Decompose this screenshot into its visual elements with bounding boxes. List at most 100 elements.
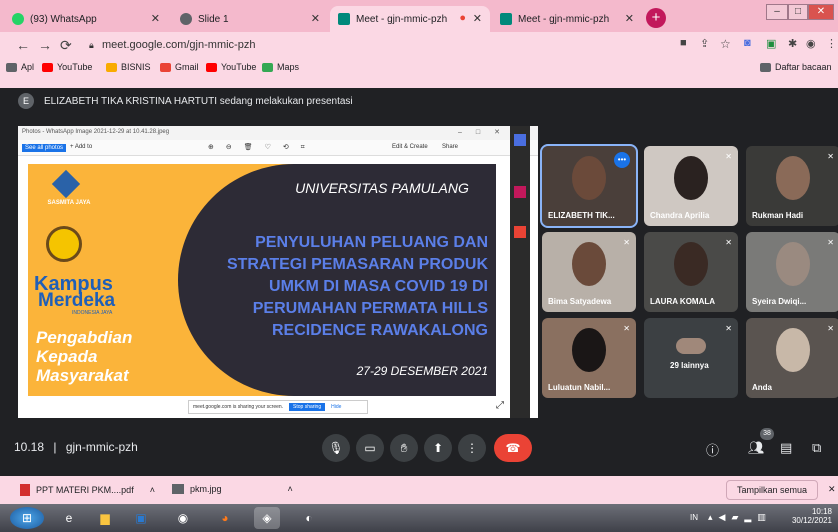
close-icon[interactable]: ✕ <box>828 484 836 495</box>
more-options-button[interactable]: ⋮ <box>458 434 486 462</box>
meet-icon <box>338 13 350 25</box>
people-icon[interactable]: 👥︎ <box>748 440 765 456</box>
participant-video <box>572 328 606 372</box>
chat-icon[interactable]: ▤ <box>780 440 792 456</box>
present-button[interactable]: ⬆ <box>424 434 452 462</box>
see-all-photos-button[interactable]: See all photos <box>22 144 67 152</box>
new-tab-button[interactable]: + <box>646 8 666 28</box>
meet-icon <box>500 13 512 25</box>
bookmark-youtube[interactable]: YouTube <box>42 62 92 72</box>
address-input[interactable]: 🔒︎ meet.google.com/gjn-mmic-pzh <box>86 35 686 55</box>
reload-icon[interactable]: ⟳ <box>60 37 72 54</box>
hide-button[interactable]: Hide <box>331 404 341 410</box>
extension-icon[interactable]: ▣ <box>766 37 776 50</box>
more-options-icon[interactable]: ••• <box>614 152 630 168</box>
windows-logo-icon: ⊞ <box>21 511 33 525</box>
taskbar-firefox[interactable]: ◕ <box>212 507 238 529</box>
raise-hand-button[interactable]: ✋︎ <box>390 434 418 462</box>
close-icon[interactable]: ✕ <box>311 12 320 25</box>
taskbar-app-active[interactable]: ◈ <box>254 507 280 529</box>
star-icon[interactable]: ☆ <box>720 37 731 51</box>
maximize-button[interactable]: □ <box>788 4 808 20</box>
clock[interactable]: 10:18 30/12/2021 <box>788 507 832 525</box>
puzzle-icon[interactable]: ✱ <box>788 37 797 50</box>
mic-button[interactable]: 🎙︎ <box>322 434 350 462</box>
browser-chrome: (93) WhatsApp ✕ Slide 1 ✕ Meet - gjn-mmi… <box>0 0 838 88</box>
forward-icon[interactable]: → <box>38 37 52 53</box>
chrome-icon: ◉ <box>177 511 189 525</box>
app-icon <box>514 226 526 238</box>
youtube-icon <box>42 62 53 72</box>
participant-tile[interactable]: ✕ Bima Satyadewa <box>542 232 636 312</box>
taskbar-chrome[interactable]: ◉ <box>170 507 196 529</box>
download-item[interactable]: pkm.jpg ˄ <box>172 484 293 494</box>
bookmark-maps[interactable]: Maps <box>262 62 299 72</box>
close-icon[interactable]: ✕ <box>473 12 482 25</box>
chevron-up-icon[interactable]: ˄ <box>288 484 293 494</box>
app-icon <box>514 134 526 146</box>
start-button[interactable]: ⊞ <box>10 507 44 529</box>
tab-label: (93) WhatsApp <box>30 13 97 25</box>
participant-tile[interactable]: ✕ Anda <box>746 318 838 398</box>
info-icon[interactable]: ⓘ <box>706 440 719 459</box>
mic-off-icon: ✕ <box>725 152 732 161</box>
stop-sharing-button[interactable]: Stop sharing <box>289 403 326 411</box>
bookmark-apps[interactable]: Apl <box>6 62 34 72</box>
youtube-icon <box>206 62 217 72</box>
windows-taskbar: ⊞ e ▆ ▣ ◉ ◕ ◈ ◐ IN ▴◀▰▂▥ 10:18 30/12/202… <box>0 504 838 532</box>
camera-button[interactable]: ▭ <box>356 434 384 462</box>
end-call-button[interactable]: ☎︎ <box>494 434 532 462</box>
minimize-button[interactable]: – <box>766 4 788 20</box>
reading-list[interactable]: Daftar bacaan <box>760 62 832 72</box>
maps-icon <box>262 62 273 72</box>
add-to-button[interactable]: + Add to <box>70 144 92 150</box>
close-icon[interactable]: ✕ <box>151 12 160 25</box>
mic-off-icon: ✕ <box>827 324 834 333</box>
zoom-controls-icon[interactable]: ⊕⊖🗑♡⟲⌗ <box>208 143 317 152</box>
tab-slide[interactable]: Slide 1 ✕ <box>172 6 328 32</box>
camera-icon[interactable]: ■ <box>680 37 687 49</box>
expand-icon[interactable]: ⤢ <box>496 400 504 411</box>
participant-tile[interactable]: ✕ Luluatun Nabil... <box>542 318 636 398</box>
participant-tile[interactable]: ••• ELIZABETH TIK... <box>540 144 638 228</box>
extension-icon[interactable]: ◙ <box>744 37 751 49</box>
participant-tile[interactable]: ✕ Chandra Aprilia <box>644 146 738 226</box>
bookmark-gmail[interactable]: Gmail <box>160 62 199 72</box>
profile-avatar[interactable]: ◉ <box>806 37 816 50</box>
participant-tile[interactable]: ✕ Syeira Dwiqi... <box>746 232 838 312</box>
back-icon[interactable]: ← <box>16 37 30 53</box>
sasmita-logo <box>51 169 81 199</box>
menu-icon[interactable]: ⋮ <box>826 37 837 50</box>
show-all-downloads-button[interactable]: Tampilkan semua <box>726 480 819 500</box>
download-item[interactable]: PPT MATERI PKM....pdf ˄ <box>20 484 155 496</box>
bookmark-youtube-2[interactable]: YouTube <box>206 62 256 72</box>
photos-titlebar: Photos - WhatsApp Image 2021-12-29 at 10… <box>18 126 538 140</box>
taskbar-ie[interactable]: e <box>56 507 82 529</box>
share-button[interactable]: Share <box>442 144 458 150</box>
participant-tile[interactable]: ✕ Rukman Hadi <box>746 146 838 226</box>
tab-meet[interactable]: Meet - gjn-mmic-pzh ✕ <box>492 6 642 32</box>
activities-icon[interactable]: ⧉ <box>812 440 821 456</box>
edit-create-button[interactable]: Edit & Create <box>392 144 428 150</box>
app-icon: ◐ <box>305 511 313 525</box>
language-indicator[interactable]: IN <box>690 513 698 522</box>
chevron-up-icon[interactable]: ˄ <box>150 485 155 495</box>
system-tray-icons[interactable]: ▴◀▰▂▥ <box>708 512 772 523</box>
participant-video <box>572 242 606 286</box>
globe-icon <box>180 13 192 25</box>
title-line: UMKM DI MASA COVID 19 DI <box>269 278 488 295</box>
taskbar-media[interactable]: ▣ <box>128 507 154 529</box>
close-icon[interactable]: ✕ <box>625 12 634 25</box>
participant-tile[interactable]: ✕ 29 lainnya <box>644 318 738 398</box>
slide-date: 27-29 DESEMBER 2021 <box>356 364 488 378</box>
taskbar-app[interactable]: ◐ <box>296 507 322 529</box>
participant-tile[interactable]: ✕ LAURA KOMALA <box>644 232 738 312</box>
window-close-button[interactable]: ✕ <box>808 4 834 20</box>
abdimas-line: Pengabdian <box>36 328 133 347</box>
share-icon[interactable]: ⇪ <box>700 37 709 50</box>
tab-whatsapp[interactable]: (93) WhatsApp ✕ <box>4 6 168 32</box>
bookmark-bisnis[interactable]: BISNIS <box>106 62 151 72</box>
taskbar-explorer[interactable]: ▆ <box>92 507 118 529</box>
tab-meet-active[interactable]: Meet - gjn-mmic-pzh ● ✕ <box>330 6 490 32</box>
abdimas-text: Pengabdian Kepada Masyarakat <box>36 328 132 385</box>
